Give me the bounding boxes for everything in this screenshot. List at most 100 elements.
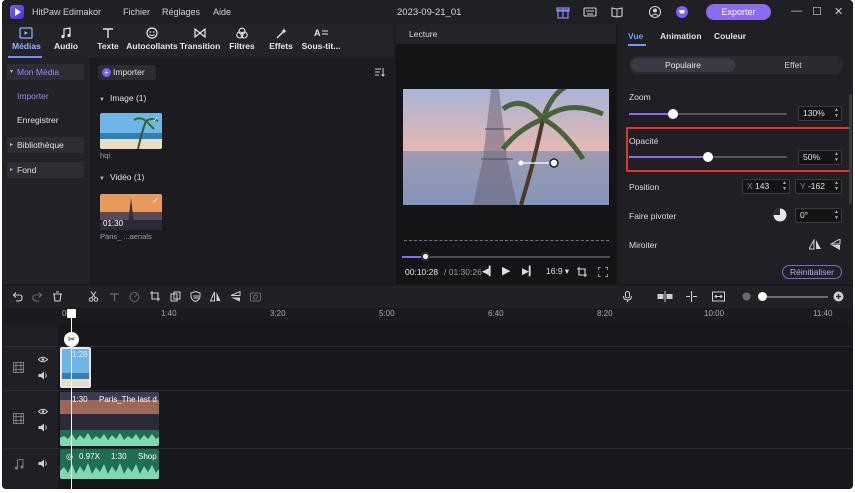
segment-populaire[interactable]: Populaire — [631, 58, 735, 72]
book-icon[interactable] — [610, 5, 624, 19]
volume-icon[interactable] — [38, 459, 48, 468]
fullscreen-icon[interactable] — [598, 267, 608, 277]
video-canvas[interactable] — [403, 89, 609, 205]
microphone-icon[interactable] — [622, 291, 633, 302]
redo-icon[interactable] — [32, 291, 43, 302]
import-button[interactable]: Importer — [98, 65, 156, 80]
zoom-slider-handle[interactable] — [668, 109, 679, 119]
playhead-handle[interactable] — [67, 309, 76, 318]
properties-scrollbar[interactable] — [849, 94, 852, 204]
audio-track-lane[interactable] — [58, 449, 853, 489]
visibility-icon[interactable] — [38, 356, 48, 363]
empty-track-lane[interactable] — [58, 324, 853, 346]
close-icon[interactable]: ✕ — [834, 5, 843, 18]
flip-vertical-icon[interactable] — [830, 239, 841, 250]
sidebar-item-enregistrer[interactable]: Enregistrer — [7, 112, 84, 128]
aspect-ratio-select[interactable]: 16:9 ▾ — [546, 266, 569, 277]
tab-audio[interactable]: Audio — [52, 27, 80, 51]
tab-couleur[interactable]: Couleur — [714, 31, 746, 41]
tab-effets[interactable]: Effets — [267, 27, 295, 51]
tab-medias[interactable]: Médias — [12, 27, 41, 51]
next-frame-icon[interactable]: ▶▎ — [522, 266, 536, 277]
delete-icon[interactable] — [52, 291, 63, 302]
preview-scrubber[interactable] — [402, 256, 610, 258]
tab-animation[interactable]: Animation — [660, 31, 702, 41]
menu-reglages[interactable]: Réglages — [162, 7, 200, 17]
flip-horizontal-icon[interactable] — [809, 239, 821, 250]
scrubber-handle[interactable] — [420, 252, 430, 261]
rotate-dial-icon[interactable] — [773, 208, 787, 222]
rotate-value-field[interactable]: 0° ▲ ▼ — [795, 208, 842, 223]
undo-icon[interactable] — [12, 291, 23, 302]
prev-frame-icon[interactable]: ◀▎ — [482, 266, 496, 277]
opacity-slider-fill — [629, 156, 708, 158]
speed-icon[interactable] — [129, 291, 140, 302]
zoom-value-field[interactable]: 130% ▲ ▼ — [798, 106, 842, 121]
image-clip[interactable]: 1:28 — [60, 347, 91, 388]
reset-button[interactable]: Réinitialiser — [782, 265, 842, 279]
menu-aide[interactable]: Aide — [213, 7, 231, 17]
split-scissors-icon[interactable]: ✂ — [64, 332, 79, 347]
image-caption: hqi — [100, 151, 111, 160]
crop-icon[interactable] — [577, 267, 587, 277]
timeline-ruler[interactable]: 00 1:40 3:20 5:00 6:40 8:20 10:00 11:40 — [2, 308, 853, 324]
menu-fichier[interactable]: Fichier — [123, 7, 150, 17]
play-icon[interactable]: ▶ — [502, 264, 510, 277]
cart-icon[interactable] — [675, 5, 689, 19]
sidebar-item-bibliotheque[interactable]: ▸ Bibliothèque — [7, 137, 84, 153]
tab-texte[interactable]: Texte — [93, 27, 123, 51]
screenshot-icon[interactable] — [250, 291, 261, 302]
split-icon[interactable] — [657, 291, 673, 302]
audio-clip[interactable]: ◎ 0.97X 1:30 Shop — [60, 449, 159, 479]
tab-autocollants[interactable]: Autocollants — [126, 27, 178, 51]
tab-vue[interactable]: Vue — [628, 31, 643, 41]
video-section-header[interactable]: ▼ Vidéo (1) — [99, 172, 144, 182]
timeline-zoom-handle[interactable] — [758, 292, 767, 301]
aspect-ratio-value: 16:9 — [546, 266, 563, 276]
position-x-field[interactable]: X 143 ▲ ▼ — [742, 179, 790, 194]
opacity-slider-handle[interactable] — [703, 152, 713, 162]
visibility-icon[interactable] — [38, 408, 48, 415]
image-track-lane[interactable] — [58, 347, 853, 390]
position-y-value: -162 — [807, 181, 825, 191]
gift-icon[interactable] — [556, 5, 570, 19]
music-note-icon — [61, 27, 71, 39]
maximize-icon[interactable]: ☐ — [812, 5, 822, 18]
minimize-icon[interactable]: — — [791, 5, 802, 17]
shield-icon[interactable] — [190, 291, 201, 302]
timeline-zoom-slider[interactable] — [760, 296, 828, 298]
video-track-lane[interactable] — [58, 391, 853, 448]
flip-tool-icon[interactable] — [230, 291, 241, 302]
sidebar-item-fond[interactable]: ▸ Fond — [7, 162, 84, 178]
image-thumbnail[interactable]: ✓ — [100, 113, 162, 149]
zoom-in-icon[interactable] — [833, 291, 844, 302]
snap-icon[interactable] — [686, 291, 697, 302]
position-y-field[interactable]: Y -162 ▲ ▼ — [795, 179, 842, 194]
freeze-icon[interactable] — [109, 291, 120, 302]
volume-icon[interactable] — [38, 371, 48, 380]
zoom-slider[interactable] — [629, 109, 787, 119]
sidebar-item-mon-media[interactable]: ▾ Mon Média — [7, 64, 84, 80]
segment-effet[interactable]: Effet — [745, 58, 841, 72]
video-clip[interactable]: 1:30 Paris_The last d — [60, 392, 159, 446]
opacity-slider[interactable] — [629, 152, 787, 162]
image-section-header[interactable]: ▼ Image (1) — [99, 93, 146, 103]
volume-icon[interactable] — [38, 423, 48, 432]
account-icon[interactable] — [648, 5, 662, 19]
crop-tool-icon[interactable] — [150, 291, 161, 302]
mirror-tool-icon[interactable] — [210, 291, 221, 302]
duplicate-icon[interactable] — [170, 291, 181, 302]
export-button[interactable]: Exporter — [706, 4, 771, 20]
opacity-value-field[interactable]: 50% ▲ ▼ — [798, 150, 842, 165]
video-thumbnail[interactable]: ✓ 01:30 — [100, 194, 162, 230]
tab-transition[interactable]: Transition — [179, 27, 221, 51]
sort-icon[interactable] — [374, 67, 385, 77]
tab-sous-titres[interactable]: A Sous-tit... — [300, 27, 342, 51]
keyboard-icon[interactable] — [583, 5, 597, 19]
sidebar-item-importer[interactable]: Importer — [7, 88, 84, 104]
video-clip-name: Paris_The last d — [99, 395, 157, 404]
fit-timeline-icon[interactable] — [712, 291, 725, 302]
cut-icon[interactable] — [88, 291, 99, 302]
tab-filtres[interactable]: Filtres — [228, 27, 256, 51]
zoom-out-icon[interactable] — [741, 291, 752, 302]
